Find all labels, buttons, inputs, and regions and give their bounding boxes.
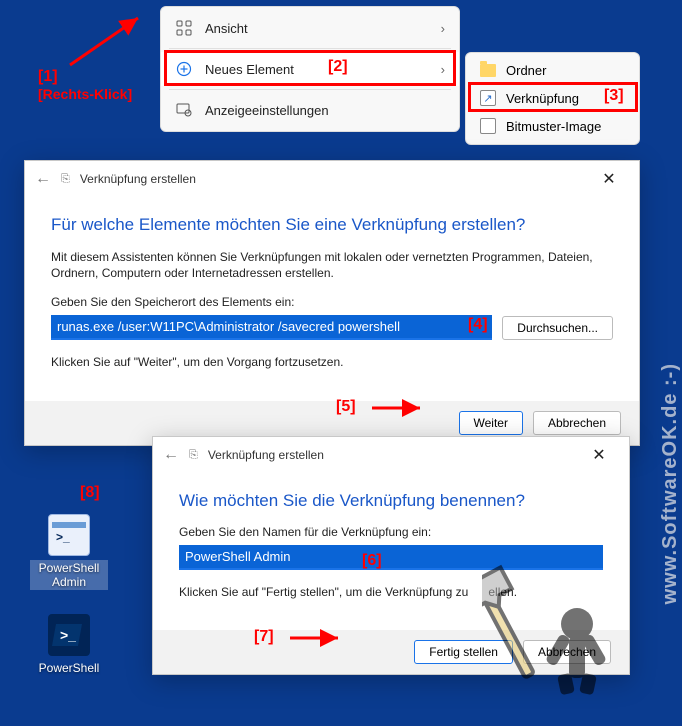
- chevron-right-icon: ›: [441, 62, 445, 77]
- back-icon[interactable]: ←: [163, 446, 179, 464]
- submenu-shortcut-label: Verknüpfung: [506, 91, 579, 106]
- bitmap-icon: [480, 118, 496, 134]
- annot-6: [6]: [362, 552, 382, 570]
- submenu-bitmap-label: Bitmuster-Image: [506, 119, 601, 134]
- hammer-mascot-icon: [482, 516, 632, 696]
- ctx-display-settings[interactable]: Anzeigeeinstellungen: [161, 93, 459, 127]
- desktop-icon-label: PowerShell: [37, 660, 102, 676]
- location-input[interactable]: [51, 315, 492, 340]
- dialog1-hint: Klicken Sie auf "Weiter", um den Vorgang…: [51, 354, 613, 370]
- next-button[interactable]: Weiter: [459, 411, 523, 435]
- dialog2-title: Verknüpfung erstellen: [208, 448, 569, 462]
- svg-text:>_: >_: [56, 530, 70, 544]
- ctx-view[interactable]: Ansicht ›: [161, 11, 459, 45]
- browse-button[interactable]: Durchsuchen...: [502, 316, 613, 340]
- separator: [169, 89, 451, 90]
- desktop-icon-label: PowerShell Admin: [30, 560, 108, 590]
- annot-5: [5]: [336, 398, 356, 416]
- annot-7: [7]: [254, 628, 274, 646]
- display-settings-icon: [175, 101, 193, 119]
- annot-3: [3]: [604, 87, 624, 105]
- separator: [169, 48, 451, 49]
- ctx-new-item[interactable]: Neues Element ›: [161, 52, 459, 86]
- view-icon: [175, 19, 193, 37]
- powershell-icon: >_: [48, 614, 90, 656]
- submenu-bitmap[interactable]: Bitmuster-Image: [466, 112, 639, 140]
- dialog1-input-label: Geben Sie den Speicherort des Elements e…: [51, 295, 613, 309]
- submenu-folder[interactable]: Ordner: [466, 57, 639, 84]
- dialog2-heading: Wie möchten Sie die Verknüpfung benennen…: [179, 491, 603, 511]
- ctx-display-label: Anzeigeeinstellungen: [205, 103, 445, 118]
- dialog1-title: Verknüpfung erstellen: [80, 172, 579, 186]
- create-shortcut-dialog-1: ← ⎘ Verknüpfung erstellen ✕ Für welche E…: [24, 160, 640, 446]
- dialog1-desc: Mit diesem Assistenten können Sie Verknü…: [51, 249, 613, 281]
- close-icon[interactable]: ✕: [579, 445, 619, 465]
- desktop-icon-ps[interactable]: >_ PowerShell: [30, 614, 108, 676]
- context-menu: Ansicht › Neues Element › Anzeigeeinstel…: [160, 6, 460, 132]
- ctx-new-label: Neues Element: [205, 62, 429, 77]
- desktop-icon-ps-admin[interactable]: >_ PowerShell Admin: [30, 514, 108, 590]
- shortcut-icon: ↗: [480, 90, 496, 106]
- annot-1-sub: [Rechts-Klick]: [38, 86, 132, 102]
- annot-8: [8]: [80, 484, 100, 502]
- watermark: www.SoftwareOK.de :-): [659, 363, 682, 604]
- svg-text:>_: >_: [60, 627, 76, 643]
- annot-1: [1]: [38, 68, 132, 86]
- annot-2: [2]: [328, 58, 348, 76]
- shortcut-mini-icon: ⎘: [61, 173, 70, 186]
- ctx-view-label: Ansicht: [205, 21, 429, 36]
- submenu-folder-label: Ordner: [506, 63, 546, 78]
- cancel-button[interactable]: Abbrechen: [533, 411, 621, 435]
- dialog1-heading: Für welche Elemente möchten Sie eine Ver…: [51, 215, 613, 235]
- chevron-right-icon: ›: [441, 21, 445, 36]
- back-icon[interactable]: ←: [35, 170, 51, 188]
- annot-4: [4]: [468, 316, 488, 334]
- powershell-admin-icon: >_: [48, 514, 90, 556]
- plus-circle-icon: [175, 60, 193, 78]
- close-icon[interactable]: ✕: [589, 169, 629, 189]
- folder-icon: [480, 64, 496, 77]
- shortcut-mini-icon: ⎘: [189, 449, 198, 462]
